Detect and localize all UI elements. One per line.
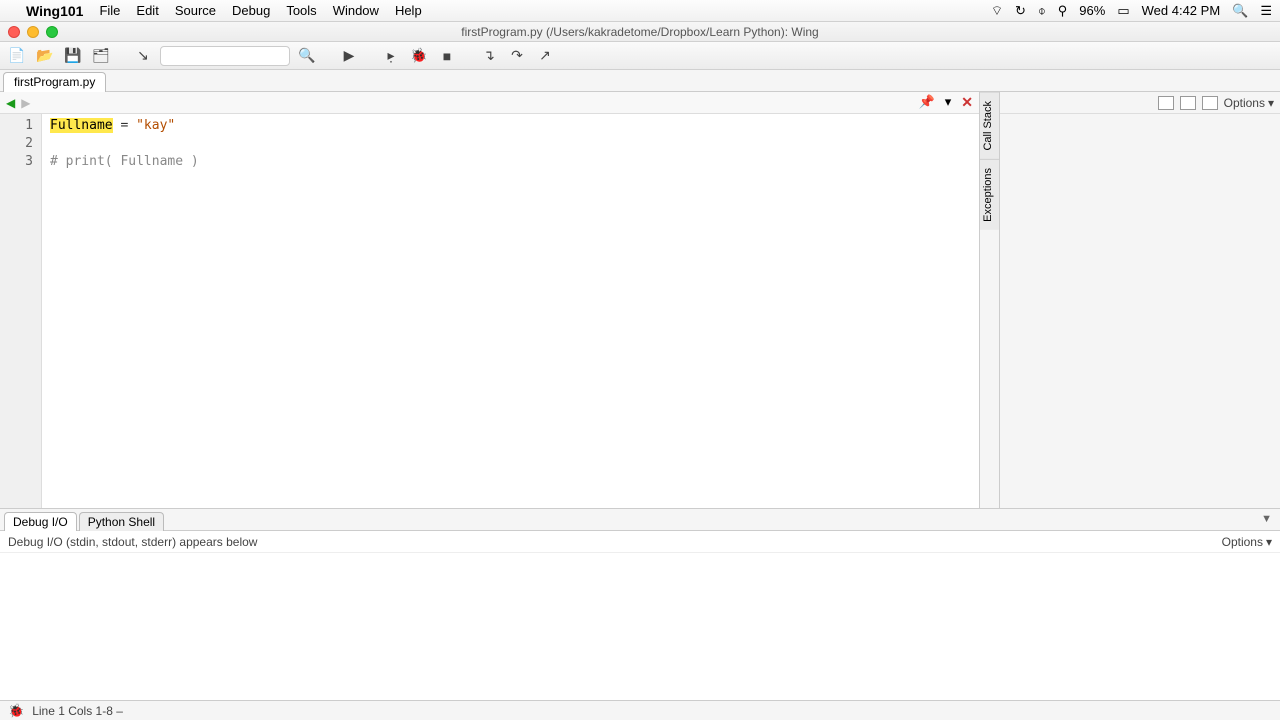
code-line[interactable] (50, 135, 979, 153)
battery-text[interactable]: 96% (1079, 3, 1105, 18)
save-button[interactable]: 💾 (62, 46, 84, 66)
macos-menubar: Wing101 File Edit Source Debug Tools Win… (0, 0, 1280, 22)
run-button[interactable]: ▶ (338, 46, 360, 66)
minimize-window-button[interactable] (27, 26, 39, 38)
step-out-button[interactable]: ↗ (534, 46, 556, 66)
menu-debug[interactable]: Debug (232, 3, 270, 18)
chevron-down-icon[interactable]: ▾ (945, 94, 952, 111)
editor-nav-row: ◀ ▶ 📌 ▾ ✕ (0, 92, 979, 114)
tab-python-shell[interactable]: Python Shell (79, 512, 164, 531)
view-mode-3-button[interactable] (1202, 96, 1218, 110)
code-editor[interactable]: 1 2 3 Fullname = "kay" # print( Fullname… (0, 114, 979, 508)
menu-edit[interactable]: Edit (136, 3, 158, 18)
menu-icon[interactable]: ☰ (1260, 3, 1272, 19)
side-tab-call-stack[interactable]: Call Stack (980, 92, 999, 159)
string-literal: "kay" (136, 118, 175, 133)
bottom-tab-row: Debug I/O Python Shell ▼ (0, 508, 1280, 530)
spotlight-icon[interactable]: 🔍 (1232, 3, 1248, 19)
stop-button[interactable]: ■ (436, 46, 458, 66)
file-tab[interactable]: firstProgram.py (3, 72, 106, 92)
tab-debug-io[interactable]: Debug I/O (4, 512, 77, 531)
search-input[interactable] (160, 46, 290, 66)
search-button[interactable]: 🔍 (296, 46, 318, 66)
bottom-options-dropdown[interactable]: Options ▾ (1222, 535, 1272, 549)
bluetooth-icon[interactable]: ⌽ (1038, 3, 1046, 19)
nav-back-button[interactable]: ◀ (6, 96, 15, 110)
menu-tools[interactable]: Tools (286, 3, 316, 18)
open-file-button[interactable]: 📂 (34, 46, 56, 66)
line-number: 1 (0, 117, 33, 135)
debug-status-icon[interactable]: 🐞 (8, 703, 24, 719)
line-number: 3 (0, 153, 33, 171)
side-tab-exceptions[interactable]: Exceptions (980, 159, 999, 230)
cursor-position: Line 1 Cols 1-8 – (32, 704, 123, 718)
app-name[interactable]: Wing101 (26, 3, 83, 19)
zoom-window-button[interactable] (46, 26, 58, 38)
menu-help[interactable]: Help (395, 3, 422, 18)
view-mode-2-button[interactable] (1180, 96, 1196, 110)
debug-file-button[interactable]: ▸̣ (380, 46, 402, 66)
line-number: 2 (0, 135, 33, 153)
menu-file[interactable]: File (99, 3, 120, 18)
code-line[interactable]: Fullname = "kay" (50, 117, 979, 135)
status-bar: 🐞 Line 1 Cols 1-8 – (0, 700, 1280, 720)
window-title: firstProgram.py (/Users/kakradetome/Drop… (461, 25, 818, 39)
step-into-button[interactable]: ↴ (478, 46, 500, 66)
debug-io-output[interactable] (0, 553, 1280, 700)
new-file-button[interactable]: 📄 (6, 46, 28, 66)
code-line[interactable]: # print( Fullname ) (50, 153, 979, 171)
close-tab-button[interactable]: ✕ (961, 94, 973, 111)
side-panel: Call Stack Exceptions Options ▾ (980, 92, 1280, 508)
close-window-button[interactable] (8, 26, 20, 38)
debug-button[interactable]: 🐞 (408, 46, 430, 66)
line-number-gutter: 1 2 3 (0, 114, 42, 508)
step-over-button[interactable]: ↷ (506, 46, 528, 66)
file-tab-row: firstProgram.py (0, 70, 1280, 92)
goto-button[interactable]: ↘ (132, 46, 154, 66)
bottom-pane: Debug I/O (stdin, stdout, stderr) appear… (0, 530, 1280, 700)
debug-io-header: Debug I/O (stdin, stdout, stderr) appear… (8, 535, 257, 549)
side-options-dropdown[interactable]: Options ▾ (1224, 96, 1274, 110)
dropbox-icon[interactable]: ⌔ (991, 3, 1003, 19)
chevron-down-icon: ▾ (1268, 96, 1274, 110)
variable-name: Fullname (50, 118, 113, 133)
datetime[interactable]: Wed 4:42 PM (1142, 3, 1221, 18)
code-text: = (113, 118, 136, 133)
menu-window[interactable]: Window (333, 3, 379, 18)
menu-source[interactable]: Source (175, 3, 216, 18)
toolbar: 📄 📂 💾 🗂 ↘ 🔍 ▶ ▸̣ 🐞 ■ ↴ ↷ ↗ (0, 42, 1280, 70)
battery-icon[interactable]: ▭ (1117, 3, 1129, 19)
nav-forward-button[interactable]: ▶ (21, 96, 30, 110)
save-all-button[interactable]: 🗂 (90, 46, 112, 66)
window-titlebar: firstProgram.py (/Users/kakradetome/Drop… (0, 22, 1280, 42)
sync-icon[interactable]: ↻ (1015, 3, 1026, 19)
bottom-tabs-dropdown[interactable]: ▼ (1261, 513, 1272, 525)
pin-icon[interactable]: 📌 (919, 94, 935, 111)
wifi-icon[interactable]: ⚲ (1058, 3, 1068, 19)
view-mode-1-button[interactable] (1158, 96, 1174, 110)
comment-text: # print( Fullname ) (50, 154, 199, 169)
